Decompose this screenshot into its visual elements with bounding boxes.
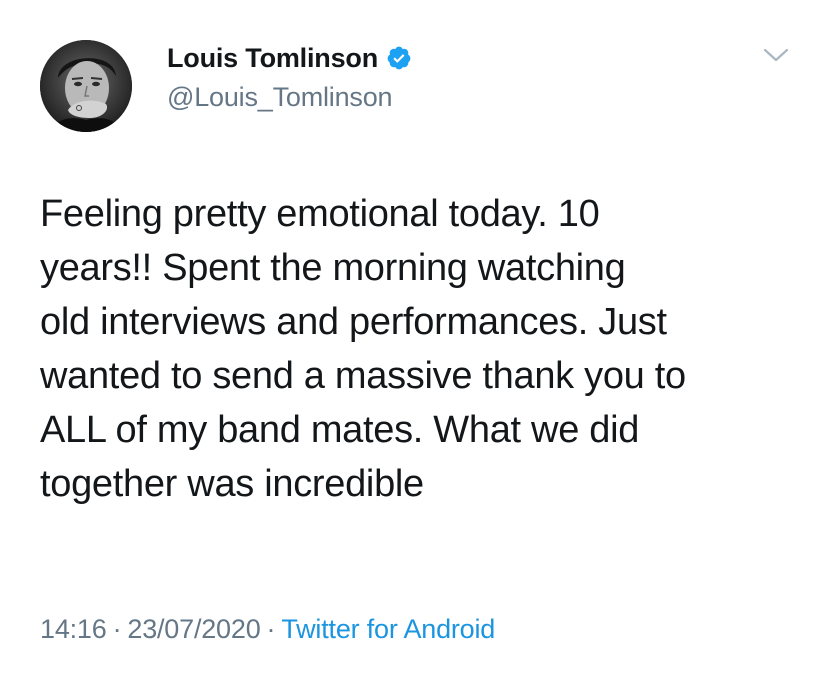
tweet-line: years!! Spent the morning watching bbox=[40, 247, 626, 289]
handle[interactable]: @Louis_Tomlinson bbox=[167, 82, 412, 113]
tweet-line: Feeling pretty emotional today. 10 bbox=[40, 193, 600, 235]
tweet-card: Louis Tomlinson @Louis_Tomlinson Feeling… bbox=[0, 0, 826, 680]
tweet-line: wanted to send a massive thank you to bbox=[40, 355, 686, 397]
tweet-line: old interviews and performances. Just bbox=[40, 301, 667, 343]
display-name[interactable]: Louis Tomlinson bbox=[167, 43, 378, 74]
tweet-line: together was incredible bbox=[40, 463, 424, 505]
avatar[interactable] bbox=[40, 40, 132, 132]
name-row: Louis Tomlinson bbox=[167, 40, 412, 76]
tweet-meta: 14:16 · 23/07/2020 · Twitter for Android bbox=[40, 614, 495, 645]
chevron-down-icon[interactable] bbox=[762, 46, 790, 64]
profile-photo-icon bbox=[40, 40, 132, 132]
tweet-line: ALL of my band mates. What we did bbox=[40, 409, 640, 451]
verified-badge-icon bbox=[386, 45, 412, 71]
timestamp-time[interactable]: 14:16 bbox=[40, 614, 107, 644]
timestamp-date[interactable]: 23/07/2020 bbox=[127, 614, 260, 644]
meta-separator: · bbox=[266, 614, 276, 644]
source-link[interactable]: Twitter for Android bbox=[281, 614, 495, 644]
meta-separator: · bbox=[112, 614, 122, 644]
author-block[interactable]: Louis Tomlinson @Louis_Tomlinson bbox=[167, 40, 412, 113]
tweet-text: Feeling pretty emotional today. 10 years… bbox=[40, 187, 800, 511]
